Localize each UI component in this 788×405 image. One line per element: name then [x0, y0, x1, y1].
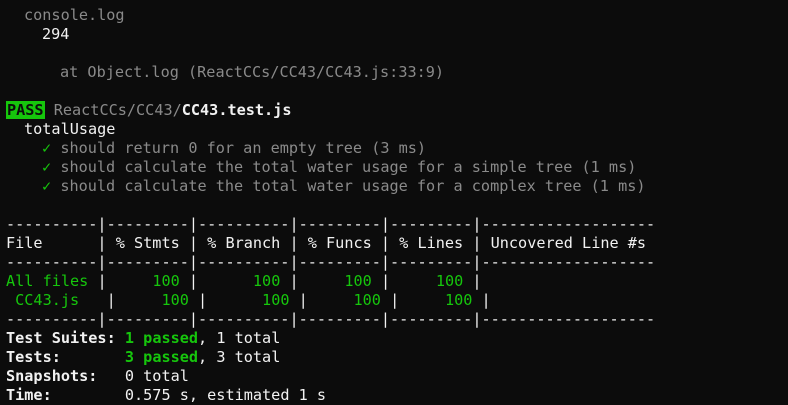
summary-total: , 3 total: [198, 348, 281, 366]
console-log-header: console.log: [24, 6, 125, 24]
summary-value: 0.575 s, estimated 1 s: [124, 386, 327, 404]
coverage-stmts: 100: [152, 272, 180, 290]
test-file-dir: ReactCCs/CC43/: [53, 101, 182, 119]
check-icon: ✓: [42, 158, 52, 176]
test-case-label: should calculate the total water usage f…: [60, 177, 646, 195]
coverage-branch: 100: [252, 272, 281, 290]
summary-label: Time:: [6, 386, 52, 404]
coverage-separator: ----------|---------|----------|--------…: [6, 215, 656, 233]
summary-time: Time: 0.575 s, estimated 1 s: [6, 386, 326, 405]
summary-value: 0 total: [124, 367, 189, 385]
summary-label: Snapshots:: [6, 367, 98, 385]
summary-passed: 3 passed: [124, 348, 199, 366]
coverage-separator: ----------|---------|----------|--------…: [6, 253, 656, 271]
pass-badge: PASS: [6, 101, 45, 119]
summary-label: Test Suites:: [6, 329, 116, 347]
check-icon: ✓: [42, 139, 52, 157]
test-case-label: should return 0 for an empty tree (3 ms): [60, 139, 427, 157]
test-case: ✓ should calculate the total water usage…: [42, 158, 636, 177]
coverage-lines: 100: [435, 272, 464, 290]
coverage-row: All files | 100 | 100 | 100 | 100 |: [6, 272, 482, 290]
coverage-branch: 100: [262, 291, 290, 309]
test-file-name: CC43.test.js: [181, 101, 292, 119]
summary-label: Tests:: [6, 348, 61, 366]
coverage-funcs: 100: [353, 291, 381, 309]
check-icon: ✓: [42, 177, 52, 195]
test-file-result: PASS ReactCCs/CC43/CC43.test.js: [6, 101, 291, 120]
console-log-value: 294: [42, 25, 70, 43]
coverage-stmts: 100: [161, 291, 189, 309]
test-suite-name: totalUsage: [24, 120, 116, 138]
summary-test-suites: Test Suites: 1 passed, 1 total: [6, 329, 280, 348]
coverage-file: CC43.js: [6, 291, 80, 309]
summary-total: , 1 total: [198, 329, 281, 347]
summary-passed: 1 passed: [124, 329, 199, 347]
test-case: ✓ should return 0 for an empty tree (3 m…: [42, 139, 426, 158]
coverage-funcs: 100: [344, 272, 372, 290]
test-case-label: should calculate the total water usage f…: [60, 158, 637, 176]
test-case: ✓ should calculate the total water usage…: [42, 177, 646, 196]
summary-snapshots: Snapshots: 0 total: [6, 367, 189, 386]
coverage-lines: 100: [444, 291, 473, 309]
coverage-file: All files: [6, 272, 89, 290]
coverage-header: File | % Stmts | % Branch | % Funcs | % …: [6, 234, 647, 252]
summary-tests: Tests: 3 passed, 3 total: [6, 348, 280, 367]
console-log-location: at Object.log (ReactCCs/CC43/CC43.js:33:…: [60, 63, 445, 81]
terminal-output: console.log 294 at Object.log (ReactCCs/…: [0, 0, 788, 405]
coverage-row: CC43.js | 100 | 100 | 100 | 100 |: [6, 291, 491, 309]
coverage-separator: ----------|---------|----------|--------…: [6, 310, 656, 328]
